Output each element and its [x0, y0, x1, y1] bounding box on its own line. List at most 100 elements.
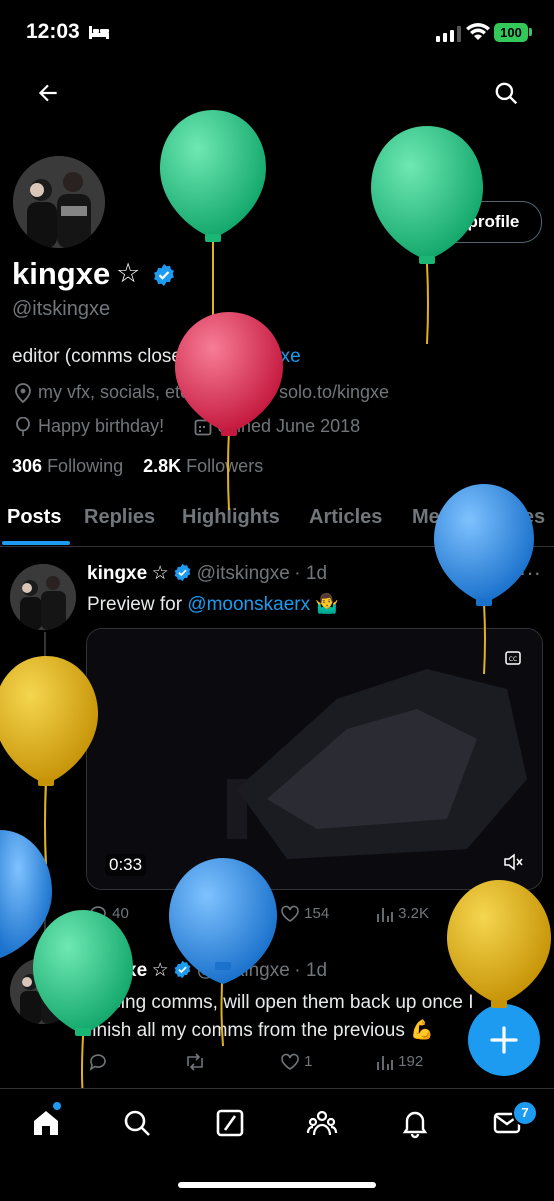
- profile-location: my vfx, socials, etc... →: [38, 382, 228, 402]
- post-author-handle[interactable]: @itskingxe: [197, 960, 290, 981]
- like-action[interactable]: 154: [280, 904, 329, 924]
- home-indicator[interactable]: [178, 1182, 376, 1188]
- calendar-icon: [194, 419, 212, 436]
- profile-avatar[interactable]: [10, 153, 108, 251]
- avatar-photo: [13, 156, 105, 248]
- verified-icon: [174, 960, 191, 979]
- like-action[interactable]: 1: [280, 1052, 313, 1072]
- birthday-text[interactable]: Happy birthday!: [38, 416, 164, 437]
- views-icon: [377, 908, 393, 922]
- wifi-icon: [466, 23, 490, 40]
- bio-star: ★: [204, 346, 222, 367]
- search-icon[interactable]: [493, 80, 519, 106]
- status-time: 12:03: [26, 20, 80, 43]
- profile-name: kingxe: [12, 256, 111, 291]
- grok-icon[interactable]: [214, 1107, 246, 1139]
- thread-line: [44, 632, 46, 932]
- avatar-photo: [10, 564, 76, 630]
- edit-profile-button[interactable]: Edit profile: [408, 201, 542, 243]
- post-text-line: finish all my comms from the previous 💪: [87, 1017, 487, 1045]
- tab-likes[interactable]: Likes: [494, 506, 545, 529]
- name-star: ☆: [116, 258, 141, 288]
- post-time: · 1d: [294, 960, 328, 981]
- tab-replies[interactable]: Replies: [84, 506, 155, 529]
- profile-website-link[interactable]: solo.to/kingxe: [279, 382, 389, 403]
- active-tab-indicator: [2, 541, 70, 545]
- sleep-focus-icon: [89, 26, 109, 39]
- view-count: 3.2K: [398, 904, 430, 922]
- post-text: closing comms, will open them back up on…: [87, 989, 487, 1045]
- repost-icon: [187, 1053, 203, 1071]
- share-icon[interactable]: [515, 905, 535, 925]
- tab-media[interactable]: Media: [412, 506, 469, 529]
- reply-action[interactable]: [88, 1052, 108, 1072]
- location-icon: [15, 383, 31, 403]
- back-icon[interactable]: [35, 80, 61, 106]
- post-avatar[interactable]: [10, 564, 76, 630]
- balloon-yellow: [0, 656, 98, 865]
- post-author-star: ☆: [151, 960, 169, 981]
- explore-icon[interactable]: [121, 1107, 153, 1139]
- bio-mention-link[interactable]: @kingxe: [227, 346, 301, 367]
- post-mention-link[interactable]: @moonskaerx: [187, 594, 310, 615]
- post-author-name[interactable]: kingxe: [87, 960, 147, 981]
- like-icon: [281, 1053, 299, 1070]
- profile-tabs: Posts Replies Highlights Articles Media …: [0, 500, 554, 547]
- repost-icon: [173, 905, 189, 923]
- reply-icon: [89, 1054, 106, 1071]
- home-notification-dot: [53, 1102, 61, 1110]
- reply-count: 40: [112, 904, 129, 922]
- battery-indicator: 100: [494, 23, 528, 42]
- bio-text: editor (comms closed): [12, 346, 199, 367]
- tab-highlights[interactable]: Highlights: [182, 506, 280, 529]
- balloon-red: [175, 312, 283, 511]
- link-icon: [259, 385, 273, 399]
- video-player[interactable]: CC 0:33: [86, 628, 543, 890]
- post-author-handle[interactable]: @itskingxe: [197, 563, 290, 584]
- bookmark-icon[interactable]: [470, 905, 488, 925]
- cc-icon[interactable]: CC: [505, 651, 521, 665]
- repost-count: 13: [196, 904, 213, 922]
- signal-icon: [436, 26, 461, 42]
- balloon-icon: [16, 417, 30, 436]
- post-author-star: ☆: [151, 563, 169, 584]
- view-count: 192: [398, 1052, 424, 1070]
- avatar-photo: [10, 958, 76, 1024]
- verified-icon: [154, 264, 174, 286]
- compose-button[interactable]: [468, 1004, 540, 1076]
- home-icon[interactable]: [30, 1107, 62, 1139]
- notifications-icon[interactable]: [399, 1107, 431, 1139]
- post-text-body: Preview for: [87, 594, 183, 615]
- post-header: kingxe ☆ @itskingxe · 1d: [87, 959, 327, 982]
- battery-tip: [529, 28, 532, 36]
- following-count: 306: [12, 456, 43, 476]
- post-emoji: 🤷‍♂️: [315, 594, 340, 615]
- followers-link[interactable]: 2.8K Followers: [143, 456, 263, 476]
- views-action[interactable]: 3.2K: [376, 904, 429, 924]
- messages-badge: 7: [512, 1100, 538, 1126]
- communities-icon[interactable]: [306, 1107, 338, 1139]
- post-header: kingxe ☆ @itskingxe · 1d: [87, 562, 327, 585]
- followers-label: Followers: [186, 456, 264, 476]
- following-link[interactable]: 306 Following: [12, 456, 123, 476]
- video-duration: 0:33: [105, 854, 147, 876]
- follow-counts: 306 Following 2.8K Followers: [12, 456, 263, 477]
- reply-action[interactable]: 40: [88, 904, 129, 924]
- tab-posts[interactable]: Posts: [7, 506, 61, 529]
- mute-icon[interactable]: [503, 853, 523, 871]
- repost-action[interactable]: [184, 1052, 206, 1072]
- views-action[interactable]: 192: [376, 1052, 423, 1072]
- tab-articles[interactable]: Articles: [309, 506, 382, 529]
- post-emoji: 💪: [410, 1020, 434, 1041]
- svg-text:CC: CC: [509, 656, 517, 663]
- post-avatar[interactable]: [10, 958, 76, 1024]
- post-time: · 1d: [294, 563, 328, 584]
- post-author-name[interactable]: kingxe: [87, 563, 147, 584]
- video-frame: [87, 629, 542, 889]
- balloon-green: [160, 110, 266, 320]
- profile-bio: editor (comms closed) ★ @kingxe: [12, 345, 301, 368]
- post-text-body: finish all my comms from the previous: [87, 1020, 405, 1041]
- repost-action[interactable]: 13: [170, 904, 213, 924]
- more-options-icon[interactable]: ···: [519, 560, 541, 586]
- like-icon: [281, 905, 299, 922]
